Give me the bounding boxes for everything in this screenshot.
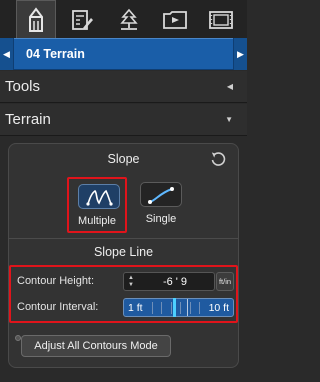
- collapsed-arrow-icon: ◀: [226, 82, 233, 91]
- previous-scene-button[interactable]: ◀: [0, 38, 14, 70]
- unit-toggle-button[interactable]: ft/in: [216, 272, 234, 291]
- chevron-down-icon[interactable]: ▼: [128, 282, 134, 289]
- next-scene-button[interactable]: ▶: [233, 38, 247, 70]
- expanded-arrow-icon: ▼: [225, 115, 233, 124]
- single-mode-button[interactable]: Single: [131, 177, 191, 233]
- slider-ticks: [152, 302, 200, 314]
- multiple-contours-icon: [86, 189, 113, 206]
- contour-interval-slider[interactable]: 1 ft 10 ft: [123, 298, 234, 317]
- reset-icon[interactable]: [210, 151, 226, 167]
- section-tools[interactable]: Tools ◀: [0, 71, 247, 103]
- slope-title: Slope: [107, 152, 140, 166]
- slope-line-section: Slope Line Contour Height: ▲ ▼ -6 ' 9 ft…: [9, 238, 238, 358]
- adjust-all-contours-button[interactable]: Adjust All Contours Mode: [21, 335, 171, 357]
- slider-max-label: 10 ft: [208, 302, 229, 314]
- pencil-icon: [29, 6, 44, 32]
- contour-height-label: Contour Height:: [17, 275, 95, 287]
- multiple-tile: [78, 184, 120, 209]
- tab-scene[interactable]: [108, 2, 148, 38]
- single-tile: [140, 182, 182, 207]
- section-tools-label: Tools: [5, 78, 41, 95]
- chevron-up-icon[interactable]: ▲: [128, 275, 134, 282]
- scene-selector: ◀ 04 Terrain ▶: [0, 38, 247, 70]
- stepper-arrows[interactable]: ▲ ▼: [126, 273, 136, 290]
- slider-track-marker: [187, 299, 188, 316]
- contour-height-value[interactable]: -6 ' 9: [136, 276, 214, 288]
- chevron-right-icon: ▶: [237, 48, 244, 59]
- contour-height-stepper[interactable]: ▲ ▼ -6 ' 9: [123, 272, 215, 291]
- chevron-left-icon: ◀: [3, 48, 10, 59]
- slope-panel: Slope Multiple Single Slope Line Contour…: [8, 143, 239, 368]
- tab-draw[interactable]: [16, 0, 57, 38]
- tree-icon: [119, 8, 138, 30]
- slope-mode-group: Multiple Single: [67, 177, 217, 235]
- section-terrain-label: Terrain: [5, 111, 51, 128]
- contour-settings-group: Contour Height: ▲ ▼ -6 ' 9 ft/in Contour…: [9, 265, 238, 323]
- multiple-mode-button[interactable]: Multiple: [67, 177, 127, 233]
- tab-film[interactable]: [201, 2, 241, 38]
- multiple-mode-label: Multiple: [78, 215, 116, 227]
- video-icon: [162, 11, 187, 29]
- slope-line-title: Slope Line: [93, 245, 154, 259]
- layout-icon: [72, 10, 94, 30]
- scene-title[interactable]: 04 Terrain: [14, 47, 85, 61]
- slider-thumb[interactable]: [173, 298, 176, 317]
- icon-tab-strip: [0, 0, 247, 38]
- section-terrain[interactable]: Terrain ▼: [0, 104, 247, 136]
- slider-min-label: 1 ft: [128, 302, 143, 314]
- contour-interval-label: Contour Interval:: [17, 301, 99, 313]
- film-icon: [209, 11, 233, 29]
- single-mode-label: Single: [145, 213, 177, 225]
- tab-layout[interactable]: [62, 2, 102, 38]
- single-line-icon: [148, 186, 174, 204]
- tab-video[interactable]: [155, 2, 195, 38]
